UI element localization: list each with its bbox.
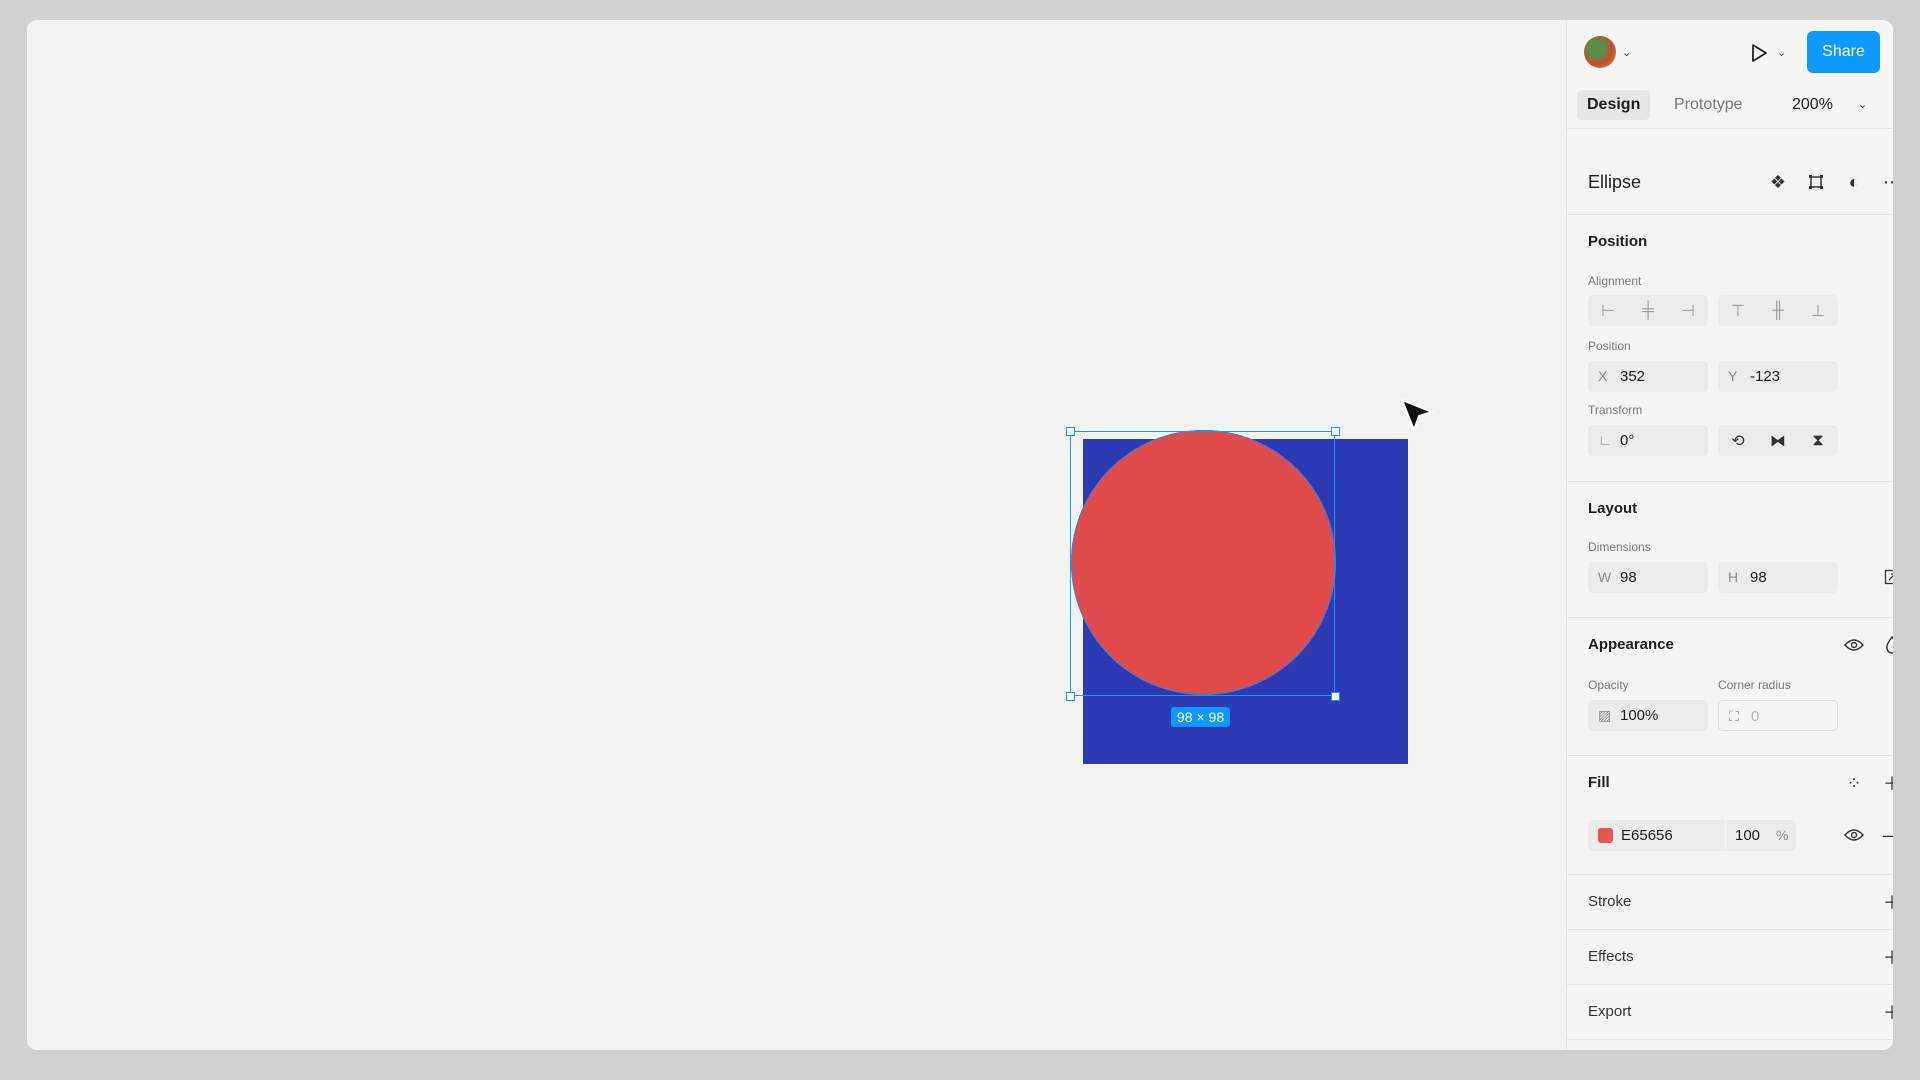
rotation-field[interactable]: ∟ 0° — [1588, 425, 1708, 456]
chevron-down-icon[interactable]: ⌄ — [1622, 46, 1631, 59]
properties-panel: ⌄ ⌄ Share Design Prototype 200% ⌄ Ellips… — [1566, 20, 1893, 1050]
fill-section: Fill ⁘ ＋ E65656 100 % — — [1567, 756, 1893, 875]
x-label: X — [1598, 368, 1608, 384]
more-icon[interactable]: ⋯ — [1878, 168, 1893, 196]
opacity-value[interactable]: 100% — [1620, 700, 1658, 731]
resize-to-fit-icon[interactable] — [1878, 563, 1893, 591]
align-left-icon[interactable]: ⊢ — [1588, 295, 1628, 326]
position-label: Position — [1588, 339, 1631, 353]
align-bottom-icon[interactable]: ⊥ — [1798, 295, 1838, 326]
section-title-position: Position — [1588, 233, 1648, 250]
corner-radius-label: Corner radius — [1718, 678, 1791, 692]
resize-handle-top-left[interactable] — [1066, 427, 1075, 436]
w-value[interactable]: 98 — [1620, 562, 1637, 593]
share-button[interactable]: Share — [1807, 31, 1880, 73]
y-label: Y — [1728, 368, 1738, 384]
design-canvas[interactable]: 98 × 98 — [27, 20, 1566, 1050]
add-fill-icon[interactable]: ＋ — [1878, 769, 1893, 797]
transform-actions-group: ⟲ ⧓ ⧗ — [1718, 425, 1838, 456]
layer-name: Ellipse — [1588, 172, 1642, 192]
fill-color-swatch[interactable] — [1598, 828, 1613, 843]
x-position-field[interactable]: X 352 — [1588, 361, 1708, 392]
y-position-field[interactable]: Y -123 — [1718, 361, 1838, 392]
section-title-appearance: Appearance — [1588, 636, 1674, 653]
height-field[interactable]: H 98 — [1718, 562, 1838, 593]
resize-handle-bottom-right[interactable] — [1331, 692, 1340, 701]
export-section: Export ＋ — [1567, 985, 1893, 1040]
mask-icon[interactable]: ◐ — [1840, 168, 1868, 196]
effects-section: Effects ＋ — [1567, 930, 1893, 985]
align-top-icon[interactable]: ⊤ — [1718, 295, 1758, 326]
frame-icon[interactable] — [1802, 168, 1830, 196]
add-stroke-icon[interactable]: ＋ — [1878, 888, 1893, 916]
percent-sign: % — [1776, 827, 1789, 843]
appearance-section: Appearance Opacity Corner radius ▨ 100% … — [1567, 618, 1893, 756]
play-icon[interactable] — [1748, 42, 1770, 64]
section-title-fill: Fill — [1588, 774, 1610, 791]
h-label: H — [1728, 569, 1739, 585]
flip-vertical-icon[interactable]: ⧗ — [1798, 425, 1838, 456]
chevron-down-icon[interactable]: ⌄ — [1858, 98, 1867, 111]
position-section: Position Alignment ⊢ ╪ ⊣ ⊤ ╫ ⊥ Position … — [1567, 215, 1893, 482]
y-value[interactable]: -123 — [1750, 361, 1780, 392]
resize-handle-top-right[interactable] — [1331, 427, 1340, 436]
align-center-h-icon[interactable]: ╪ — [1628, 295, 1668, 326]
fill-color-field[interactable]: E65656 100 % — [1588, 820, 1796, 851]
alignment-label: Alignment — [1588, 274, 1642, 288]
opacity-icon: ▨ — [1598, 707, 1612, 723]
blend-mode-icon[interactable] — [1878, 631, 1893, 659]
tab-design[interactable]: Design — [1577, 90, 1651, 120]
horizontal-alignment-group: ⊢ ╪ ⊣ — [1588, 295, 1708, 326]
x-value[interactable]: 352 — [1620, 361, 1645, 392]
app-window: 98 × 98 ⌄ ⌄ Share Design Prototype 200% … — [27, 20, 1893, 1050]
section-title-effects: Effects — [1588, 948, 1634, 965]
section-title-stroke: Stroke — [1588, 893, 1632, 910]
tab-prototype[interactable]: Prototype — [1664, 90, 1752, 120]
panel-header: ⌄ ⌄ Share Design Prototype 200% ⌄ — [1567, 20, 1893, 129]
align-right-icon[interactable]: ⊣ — [1668, 295, 1708, 326]
component-icon[interactable]: ❖ — [1764, 168, 1792, 196]
add-effect-icon[interactable]: ＋ — [1878, 943, 1893, 971]
corner-radius-icon: ⛶ — [1729, 708, 1739, 724]
fill-field-divider — [1725, 820, 1726, 851]
h-value[interactable]: 98 — [1750, 562, 1767, 593]
eye-icon[interactable] — [1840, 631, 1868, 659]
dimensions-label: Dimensions — [1588, 540, 1651, 554]
resize-handle-bottom-left[interactable] — [1066, 692, 1075, 701]
layer-header: Ellipse ❖ ◐ ⋯ — [1567, 128, 1893, 215]
layout-section: Layout Dimensions W 98 H 98 — [1567, 482, 1893, 618]
corner-radius-value[interactable]: 0 — [1751, 701, 1759, 732]
vertical-alignment-group: ⊤ ╫ ⊥ — [1718, 295, 1838, 326]
styles-grid-icon[interactable]: ⁘ — [1840, 769, 1868, 797]
eye-icon[interactable] — [1840, 821, 1868, 849]
section-title-layout: Layout — [1588, 500, 1638, 517]
align-center-v-icon[interactable]: ╫ — [1758, 295, 1798, 326]
transform-label: Transform — [1588, 403, 1643, 417]
flip-horizontal-icon[interactable]: ⧓ — [1758, 425, 1798, 456]
width-field[interactable]: W 98 — [1588, 562, 1708, 593]
remove-fill-icon[interactable]: — — [1878, 821, 1893, 849]
selection-size-badge: 98 × 98 — [1171, 707, 1231, 727]
w-label: W — [1598, 569, 1612, 585]
fill-hex-value[interactable]: E65656 — [1621, 820, 1673, 851]
selection-box — [1070, 431, 1335, 696]
rotation-angle-icon: ∟ — [1598, 432, 1612, 448]
corner-radius-field[interactable]: ⛶ 0 — [1718, 700, 1838, 731]
add-export-icon[interactable]: ＋ — [1878, 998, 1893, 1026]
rotate-icon[interactable]: ⟲ — [1718, 425, 1758, 456]
mouse-cursor-icon — [1401, 399, 1433, 431]
user-avatar[interactable] — [1584, 36, 1616, 68]
opacity-field[interactable]: ▨ 100% — [1588, 700, 1708, 731]
chevron-down-icon[interactable]: ⌄ — [1777, 46, 1786, 59]
opacity-label: Opacity — [1588, 678, 1629, 692]
stroke-section: Stroke ＋ — [1567, 875, 1893, 930]
section-title-export: Export — [1588, 1003, 1632, 1020]
rotation-value[interactable]: 0° — [1620, 425, 1634, 456]
zoom-level[interactable]: 200% — [1792, 90, 1833, 120]
fill-opacity-value[interactable]: 100 — [1735, 820, 1760, 851]
